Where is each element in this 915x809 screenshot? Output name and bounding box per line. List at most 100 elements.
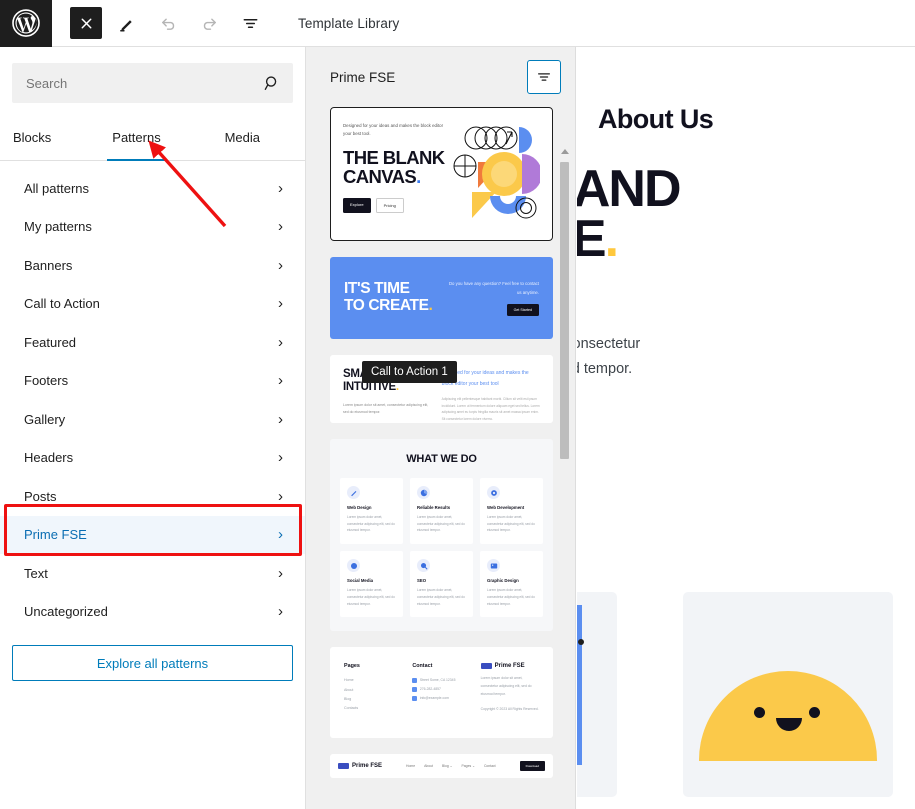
service-text: Lorem ipsum dolor amet, consectetur adip… <box>417 588 465 606</box>
search-icon <box>263 74 281 92</box>
header-cta-button: Download <box>519 760 545 771</box>
pattern-list-scrollbar[interactable] <box>558 105 571 805</box>
service-title: Web Design <box>347 505 372 510</box>
pattern-button-primary: Explore <box>343 198 371 214</box>
location-pin-icon <box>412 678 417 683</box>
image-icon <box>487 559 500 573</box>
canvas-heading-line2: TIVE <box>577 209 607 268</box>
pattern-list[interactable]: Designed for your ideas and makes the bl… <box>306 107 575 809</box>
service-card: Social Media Lorem ipsum dolor amet, con… <box>340 551 403 618</box>
pattern-card-footer[interactable]: Pages Home About Blog Contacts Contact S… <box>330 647 553 738</box>
pattern-eyebrow: Designed for your ideas and makes the bl… <box>343 123 444 137</box>
gear-icon <box>487 486 500 499</box>
footer-contact-item: 276-282-4857 <box>419 687 441 692</box>
service-text: Lorem ipsum dolor amet, consectetur adip… <box>347 515 395 533</box>
category-banners[interactable]: Banners › <box>0 246 305 285</box>
chevron-right-icon: › <box>278 410 283 428</box>
category-headers[interactable]: Headers › <box>0 439 305 478</box>
chevron-right-icon: › <box>278 218 283 236</box>
insertion-point-knob[interactable] <box>578 639 584 645</box>
category-posts[interactable]: Posts › <box>0 477 305 516</box>
chevron-right-icon: › <box>278 333 283 351</box>
pattern-heading-dot: . <box>416 165 421 187</box>
pen-icon <box>347 486 360 499</box>
category-text[interactable]: Text › <box>0 554 305 593</box>
header-nav-item: Pages ⌄ <box>461 763 475 768</box>
filter-icon[interactable] <box>527 60 561 94</box>
wordpress-logo-icon[interactable] <box>0 0 52 47</box>
pattern-panel-header: Prime FSE <box>306 47 575 107</box>
geometric-shapes-illustration <box>452 122 542 226</box>
pattern-card-call-to-action[interactable]: IT'S TIME TO CREATE. Do you have any que… <box>330 257 553 339</box>
chevron-right-icon: › <box>278 487 283 505</box>
search-box[interactable] <box>12 63 293 103</box>
explore-all-patterns-button[interactable]: Explore all patterns <box>12 645 293 681</box>
search-input[interactable] <box>12 63 293 103</box>
edit-tool-button[interactable] <box>111 7 143 39</box>
category-label: Text <box>24 565 48 581</box>
block-insertion-indicator <box>577 605 582 765</box>
category-uncategorized[interactable]: Uncategorized › <box>0 593 305 632</box>
editor-top-bar: Template Library <box>0 0 915 47</box>
footer-contact-item: info@example.com <box>419 696 449 700</box>
chevron-right-icon: › <box>278 603 283 621</box>
pattern-card-what-we-do[interactable]: WHAT WE DO Web Design Lorem ipsum dolor … <box>330 439 553 632</box>
category-all-patterns[interactable]: All patterns › <box>0 169 305 208</box>
team-member-card-left[interactable] <box>577 592 617 797</box>
category-footers[interactable]: Footers › <box>0 362 305 401</box>
category-gallery[interactable]: Gallery › <box>0 400 305 439</box>
prime-fse-logo-icon <box>480 663 492 670</box>
chart-icon <box>417 486 430 499</box>
top-bar-tools <box>52 7 266 39</box>
pattern-card-header-bar[interactable]: Prime FSE Home About Blog ⌄ Pages ⌄ Cont… <box>330 753 553 778</box>
search-circle-icon <box>417 559 430 573</box>
pattern-preview-panel: Prime FSE Designed for your ideas and ma… <box>306 47 576 809</box>
pattern-button-secondary: Pricing <box>375 198 404 214</box>
tab-media-label: Media <box>224 130 260 145</box>
header-nav-item: Home <box>406 763 416 768</box>
explore-area: Explore all patterns <box>0 631 305 681</box>
category-prime-fse[interactable]: Prime FSE › <box>0 515 305 554</box>
tab-patterns[interactable]: Patterns <box>95 115 177 161</box>
chevron-right-icon: › <box>278 295 283 313</box>
tab-media[interactable]: Media <box>178 115 305 160</box>
redo-button[interactable] <box>193 7 225 39</box>
pattern-heading: WHAT WE DO <box>406 453 477 465</box>
footer-brand-column: Prime FSE Lorem ipsum dolor sit amet, co… <box>480 663 539 713</box>
list-view-button[interactable] <box>234 7 266 39</box>
close-inserter-button[interactable] <box>70 7 102 39</box>
canvas-eyebrow: About Us <box>598 104 714 134</box>
category-featured[interactable]: Featured › <box>0 323 305 362</box>
service-card: Reliable Results Lorem ipsum dolor amet,… <box>410 478 473 545</box>
category-label: My patterns <box>24 219 92 235</box>
canvas-paragraph-line2: eiusmod tempor. <box>577 360 633 377</box>
service-title: Reliable Results <box>417 505 451 510</box>
pattern-card-blank-canvas[interactable]: Designed for your ideas and makes the bl… <box>330 107 553 241</box>
service-text: Lorem ipsum dolor amet, consectetur adip… <box>487 515 535 533</box>
pattern-category-list: All patterns › My patterns › Banners › C… <box>0 161 305 631</box>
scrollbar-thumb[interactable] <box>560 162 569 459</box>
service-text: Lorem ipsum dolor amet, consectetur adip… <box>417 515 465 533</box>
footer-copyright: Copyright © 2023 All Rights Reserved. <box>480 706 539 711</box>
category-label: Gallery <box>24 411 66 427</box>
service-card: SEO Lorem ipsum dolor amet, consectetur … <box>410 551 473 618</box>
category-label: Posts <box>24 488 57 504</box>
search-area <box>0 47 305 103</box>
service-title: Social Media <box>347 578 374 584</box>
team-member-card-right[interactable] <box>683 592 893 797</box>
footer-column-title: Contact <box>412 663 433 670</box>
pattern-heading-line1: IT'S TIME <box>344 280 410 298</box>
service-title: Web Development <box>487 505 525 510</box>
category-my-patterns[interactable]: My patterns › <box>0 208 305 247</box>
scroll-up-arrow-icon[interactable] <box>560 149 569 154</box>
undo-button[interactable] <box>152 7 184 39</box>
footer-contact-item: Street Some, CA 12345 <box>419 678 456 683</box>
editor-canvas[interactable]: About Us RT AND TIVE. amet, consectetur … <box>577 47 915 809</box>
service-text: Lorem ipsum dolor amet, consectetur adip… <box>347 588 395 606</box>
tab-blocks[interactable]: Blocks <box>0 115 95 160</box>
category-call-to-action[interactable]: Call to Action › <box>0 285 305 324</box>
canvas-heading-dot: . <box>604 209 620 268</box>
category-label: Call to Action <box>24 296 100 312</box>
chevron-right-icon: › <box>278 256 283 274</box>
pattern-paragraph: Do you have any question? Feel free to c… <box>448 281 539 295</box>
